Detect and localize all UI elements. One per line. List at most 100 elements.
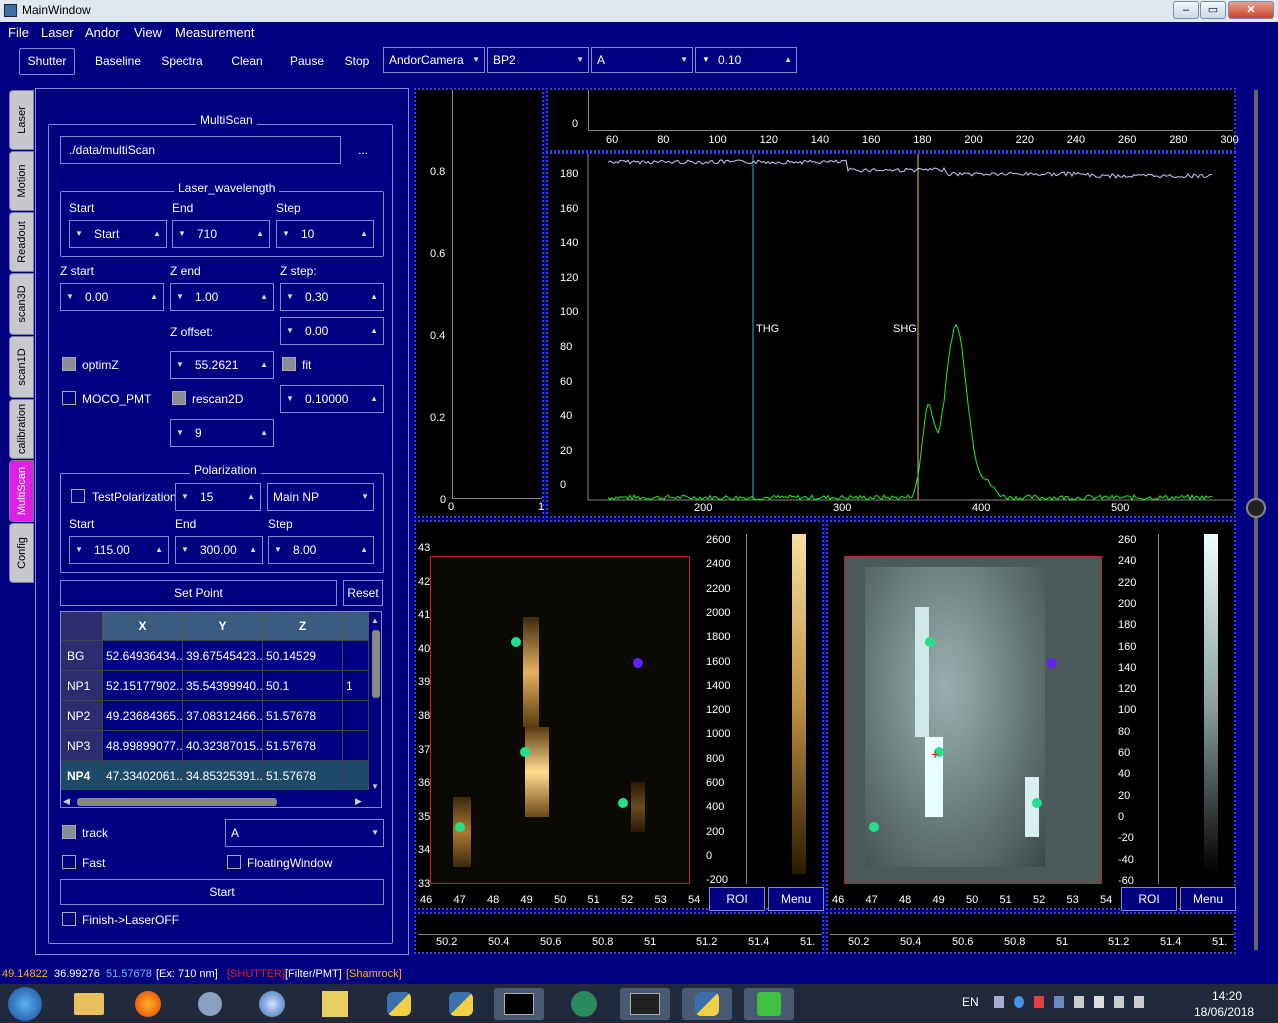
menu-andor[interactable]: Andor: [85, 25, 120, 40]
table-cell-y[interactable]: 34.85325391...: [183, 760, 263, 790]
scroll-left-icon[interactable]: ◀: [63, 796, 70, 807]
table-cell-x[interactable]: 47.33402061...: [103, 760, 183, 790]
tray-icon[interactable]: [1054, 996, 1064, 1008]
row-header[interactable]: NP1: [61, 670, 103, 700]
tab-multiscan[interactable]: MultiScan: [9, 460, 34, 522]
tab-calibration[interactable]: calibration: [9, 399, 34, 459]
table-cell-extra[interactable]: [343, 700, 369, 730]
rescan-spinbox[interactable]: ▼ 0.10000 ▲: [280, 385, 384, 413]
bg-marker[interactable]: [1047, 658, 1057, 668]
wl-end-spinbox[interactable]: ▼ 710 ▲: [172, 220, 270, 248]
start-button[interactable]: Start: [60, 879, 384, 905]
scrollbar-thumb[interactable]: [372, 630, 380, 698]
spectra-button[interactable]: Spectra: [156, 50, 208, 74]
filter-select[interactable]: BP2 ▼: [487, 47, 589, 73]
exposure-spinbox[interactable]: ▼ 0.10 ▲: [695, 47, 797, 73]
rescan-count-spinbox[interactable]: ▼ 9 ▲: [170, 419, 274, 447]
track-checkbox[interactable]: [62, 825, 76, 839]
scroll-right-icon[interactable]: ▶: [355, 796, 362, 807]
scroll-down-icon[interactable]: ▼: [371, 782, 379, 791]
roi-button-1[interactable]: ROI: [709, 887, 765, 911]
vertical-slider-handle[interactable]: [1246, 498, 1266, 518]
mode-select[interactable]: A ▼: [591, 47, 693, 73]
image-panel-2[interactable]: + 46 47 48 49 50 51 52 53 54 260 240 220 200 180 160 1…: [826, 520, 1236, 911]
close-button[interactable]: ✕: [1228, 1, 1274, 19]
python-taskbar-icon[interactable]: [374, 988, 424, 1020]
zstart-spinbox[interactable]: ▼ 0.00 ▲: [60, 283, 164, 311]
stop-button[interactable]: Stop: [340, 50, 374, 74]
column-header-z[interactable]: Z: [263, 612, 343, 640]
tab-laser[interactable]: Laser: [9, 90, 34, 150]
set-point-button[interactable]: Set Point: [60, 580, 337, 606]
pol-count-spinbox[interactable]: ▼ 15 ▲: [175, 483, 261, 511]
pol-start-spinbox[interactable]: ▼ 115.00 ▲: [69, 536, 169, 564]
histogram-2[interactable]: 260 240 220 200 180 160 140 120 100 80 60 40 20 0 -20-…: [1118, 534, 1236, 887]
tab-motion[interactable]: Motion: [9, 151, 34, 211]
fit-checkbox[interactable]: [282, 357, 296, 371]
zoffset-spinbox[interactable]: ▼ 0.00 ▲: [280, 317, 384, 345]
python-taskbar-icon-3[interactable]: [682, 988, 732, 1020]
finish-laser-off-checkbox[interactable]: [62, 912, 76, 926]
app-taskbar-icon[interactable]: [186, 988, 236, 1020]
wl-step-spinbox[interactable]: ▼ 10 ▲: [276, 220, 374, 248]
point-marker[interactable]: [869, 822, 879, 832]
explorer-taskbar-icon[interactable]: [64, 988, 114, 1020]
table-cell-extra[interactable]: [343, 640, 369, 670]
atom-taskbar-icon[interactable]: [560, 988, 610, 1020]
tab-scan1d[interactable]: scan1D: [9, 336, 34, 398]
table-cell-z[interactable]: 51.57678: [263, 760, 343, 790]
table-cell-x[interactable]: 52.15177902...: [103, 670, 183, 700]
path-input[interactable]: ./data/multiScan: [60, 136, 341, 164]
table-cell-y[interactable]: 39.67545423...: [183, 640, 263, 670]
table-cell-extra[interactable]: [343, 760, 369, 790]
tray-icon[interactable]: [1074, 996, 1084, 1008]
table-cell-z[interactable]: 51.57678: [263, 730, 343, 760]
table-cell-extra[interactable]: [343, 730, 369, 760]
tab-readout[interactable]: Readout: [9, 212, 34, 272]
pol-step-spinbox[interactable]: ▼ 8.00 ▲: [268, 536, 374, 564]
column-header-y[interactable]: Y: [183, 612, 263, 640]
flag-icon[interactable]: [1094, 996, 1104, 1008]
tray-icon[interactable]: [994, 996, 1004, 1008]
clock-time[interactable]: 14:20: [1212, 989, 1242, 1003]
image-panel-1[interactable]: 43 42 41 40 39 38 37 36 35 34 33 46 47 48 49 50 51 52 53 5…: [414, 520, 824, 911]
compass-taskbar-icon[interactable]: [248, 988, 298, 1020]
point-marker[interactable]: [520, 747, 530, 757]
zend-spinbox[interactable]: ▼ 1.00 ▲: [170, 283, 274, 311]
column-header-x[interactable]: X: [103, 612, 183, 640]
language-indicator[interactable]: EN: [962, 995, 979, 1009]
menu-button-2[interactable]: Menu: [1180, 887, 1236, 911]
cmd-taskbar-icon[interactable]: [494, 988, 544, 1020]
pol-end-spinbox[interactable]: ▼ 300.00 ▲: [175, 536, 263, 564]
table-cell-y[interactable]: 35.54399940...: [183, 670, 263, 700]
table-cell-y[interactable]: 37.08312466...: [183, 700, 263, 730]
labview-taskbar-icon[interactable]: [310, 988, 360, 1020]
row-header[interactable]: NP2: [61, 700, 103, 730]
side-plot[interactable]: 0.8 0.6 0.4 0.2 0 0 1: [414, 88, 544, 518]
table-cell-y[interactable]: 40.32387015...: [183, 730, 263, 760]
fast-checkbox[interactable]: [62, 855, 76, 869]
menu-button-1[interactable]: Menu: [768, 887, 824, 911]
menu-laser[interactable]: Laser: [41, 25, 74, 40]
rescan2d-checkbox[interactable]: [172, 391, 186, 405]
firefox-taskbar-icon[interactable]: [124, 988, 174, 1020]
vertical-slider-track[interactable]: [1254, 90, 1258, 950]
optimz-checkbox[interactable]: [62, 357, 76, 371]
menu-view[interactable]: View: [134, 25, 162, 40]
baseline-button[interactable]: Baseline: [91, 50, 145, 74]
top-plot[interactable]: 0 60 80 100 120 140 160 180 200 220 240 260 280 300: [546, 88, 1239, 152]
bg-marker[interactable]: [633, 658, 643, 668]
zstep-spinbox[interactable]: ▼ 0.30 ▲: [280, 283, 384, 311]
image-map-1[interactable]: [430, 556, 690, 884]
menu-file[interactable]: File: [8, 25, 29, 40]
table-cell-z[interactable]: 50.14529: [263, 640, 343, 670]
pause-button[interactable]: Pause: [285, 50, 329, 74]
wl-start-spinbox[interactable]: ▼ Start ▲: [69, 220, 167, 248]
image-map-2[interactable]: +: [844, 556, 1102, 884]
pol-target-select[interactable]: Main NP ▼: [267, 483, 374, 511]
shutter-button[interactable]: Shutter: [19, 48, 75, 75]
table-cell-x[interactable]: 49.23684365...: [103, 700, 183, 730]
point-marker[interactable]: [455, 822, 465, 832]
scroll-up-icon[interactable]: ▲: [371, 616, 379, 625]
tab-config[interactable]: Config: [9, 523, 34, 583]
